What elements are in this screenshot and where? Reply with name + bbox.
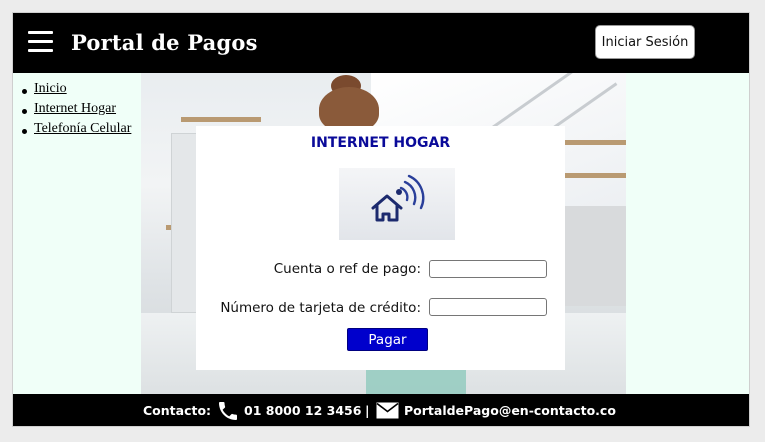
pay-button[interactable]: Pagar xyxy=(347,328,428,351)
side-nav-item-internet-hogar: Internet Hogar xyxy=(21,101,141,121)
top-bar: Portal de Pagos Iniciar Sesión xyxy=(13,13,749,73)
payment-card: INTERNET HOGAR Cuenta o ref de pago: Núm… xyxy=(196,126,565,370)
account-ref-input[interactable] xyxy=(429,260,547,278)
mail-icon xyxy=(376,402,399,419)
side-nav-link-inicio[interactable]: Inicio xyxy=(34,81,67,96)
footer-email[interactable]: PortaldePago@en-contacto.co xyxy=(404,403,616,418)
side-nav-link-telefonia-celular[interactable]: Telefonía Celular xyxy=(34,121,131,136)
site-title: Portal de Pagos xyxy=(71,30,258,55)
footer: Contacto: 01 8000 12 3456 | PortaldePago… xyxy=(13,394,749,426)
home-wifi-icon xyxy=(339,168,455,240)
page-frame: Portal de Pagos Iniciar Sesión Inicio In… xyxy=(12,12,750,427)
side-nav-link-internet-hogar[interactable]: Internet Hogar xyxy=(34,101,116,116)
footer-separator: | xyxy=(365,403,370,418)
login-button[interactable]: Iniciar Sesión xyxy=(595,25,695,59)
side-nav-item-inicio: Inicio xyxy=(21,81,141,101)
menu-icon[interactable] xyxy=(28,31,53,53)
side-nav-item-telefonia-celular: Telefonía Celular xyxy=(21,121,141,141)
side-nav: Inicio Internet Hogar Telefonía Celular xyxy=(21,81,141,141)
phone-icon xyxy=(219,402,237,420)
account-ref-label: Cuenta o ref de pago: xyxy=(273,261,421,277)
credit-card-label: Número de tarjeta de crédito: xyxy=(220,300,421,316)
footer-contact-label: Contacto: xyxy=(143,403,212,418)
credit-card-input[interactable] xyxy=(429,298,547,316)
card-title: INTERNET HOGAR xyxy=(310,135,451,151)
footer-phone: 01 8000 12 3456 xyxy=(244,403,362,418)
